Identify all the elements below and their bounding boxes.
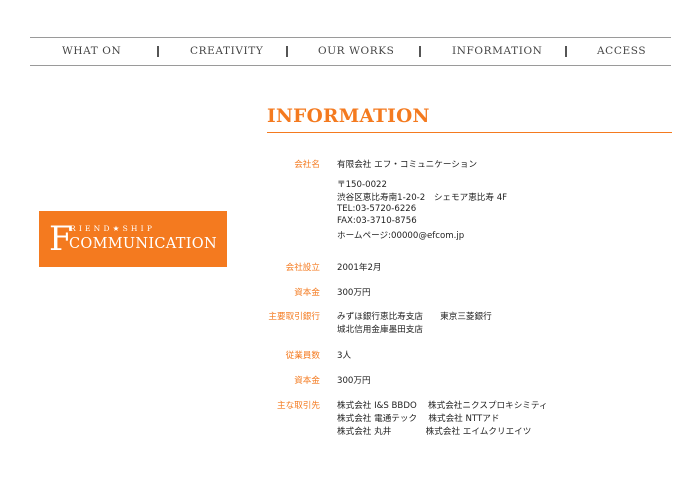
clients-line-1: 株式会社 I&S BBDO 株式会社ニクスプロキシミティ [337,401,548,411]
label-capital-2: 資本金 [294,376,320,386]
fax: FAX:03-3710-8756 [337,216,417,226]
employee-count: 3人 [337,351,352,361]
company-name: 有限会社 エフ・コミュニケーション [337,160,478,170]
nav-separator [419,46,421,57]
address: 渋谷区恵比寿南1-20-2 シェモア恵比寿 4F [337,193,508,203]
label-capital: 資本金 [294,288,320,298]
telephone: TEL:03-5720-6226 [337,204,417,214]
nav-item-access[interactable]: ACCESS [597,38,646,65]
nav-item-information[interactable]: INFORMATION [452,38,542,65]
nav-separator [157,46,159,57]
company-logo: F RIEND★SHIP COMMUNICATION [39,211,227,267]
label-employees: 従業員数 [285,351,320,361]
clients-line-3: 株式会社 丸井 株式会社 エイムクリエイツ [337,427,532,437]
page-title: INFORMATION [267,106,430,127]
postal-code: 〒150-0022 [337,180,387,190]
capital-amount-2: 300万円 [337,376,371,386]
label-main-clients: 主な取引先 [277,401,320,411]
nav-item-what-on[interactable]: WHAT ON [62,38,121,65]
nav-item-creativity[interactable]: CREATIVITY [190,38,263,65]
homepage: ホームページ:00000@efcom.jp [337,231,465,241]
nav-item-our-works[interactable]: OUR WORKS [318,38,394,65]
capital-amount: 300万円 [337,288,371,298]
title-divider [267,132,672,133]
logo-name: COMMUNICATION [69,236,217,252]
logo-tagline: RIEND★SHIP [70,224,156,233]
label-established: 会社設立 [285,263,320,273]
banks-line-1: みずほ銀行恵比寿支店 東京三菱銀行 [337,312,492,322]
banks-line-2: 城北信用金庫墨田支店 [337,325,423,335]
clients-line-2: 株式会社 電通テック 株式会社 NTTアド [337,414,500,424]
label-company-name: 会社名 [294,160,320,170]
top-nav: WHAT ON CREATIVITY OUR WORKS INFORMATION… [30,37,671,66]
label-main-banks: 主要取引銀行 [268,312,320,322]
nav-separator [565,46,567,57]
nav-separator [286,46,288,57]
established-date: 2001年2月 [337,263,382,273]
